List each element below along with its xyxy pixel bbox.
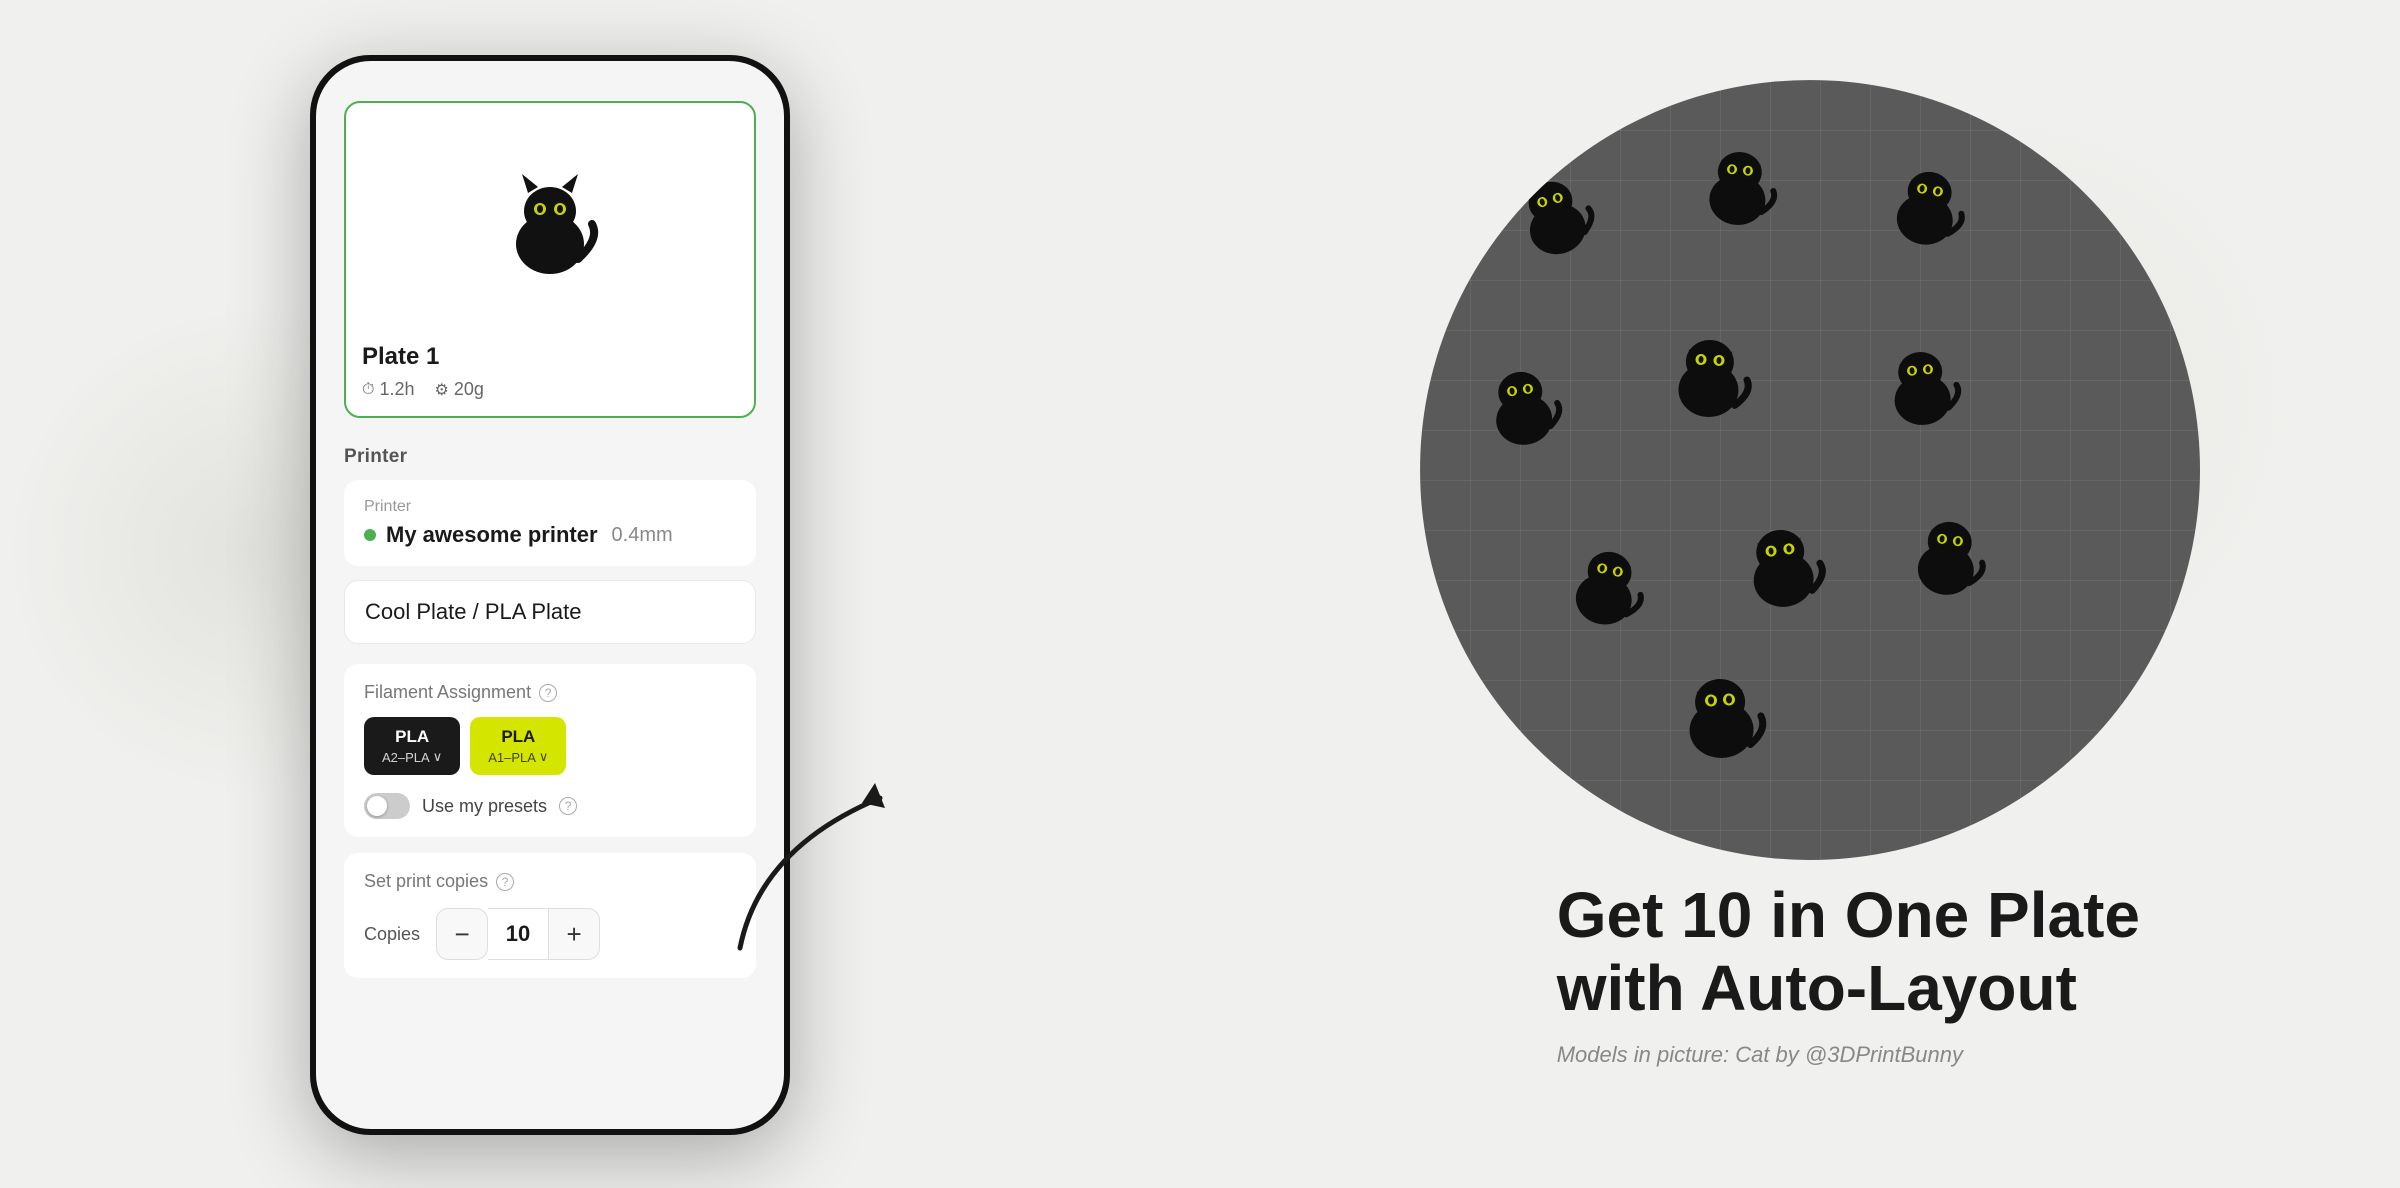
filament-btn-a1[interactable]: PLA A1–PLA ∨ (470, 717, 566, 775)
toggle-label: Use my presets (422, 796, 547, 817)
filament-info-icon[interactable]: ? (539, 684, 557, 702)
promo-text-section: Get 10 in One Plate with Auto-Layout Mod… (1557, 879, 2140, 1068)
filament-btn-a2-type: PLA (395, 727, 429, 747)
printer-status-dot (364, 529, 376, 541)
copies-label: Set print copies (364, 871, 488, 892)
printer-name-row: My awesome printer 0.4mm (364, 522, 736, 548)
weight-icon: ⚙ (435, 380, 449, 400)
cats-svg (1420, 80, 2200, 860)
printer-sublabel: Printer (364, 498, 736, 516)
toggle-row: Use my presets ? (364, 793, 736, 819)
plate-title: Plate 1 (362, 343, 738, 371)
plate-card[interactable]: Plate 1 ⏱ 1.2h ⚙ 20g (344, 101, 756, 418)
copies-plus-button[interactable]: + (548, 908, 600, 960)
promo-caption: Models in picture: Cat by @3DPrintBunny (1557, 1042, 2140, 1068)
copies-minus-button[interactable]: − (436, 908, 488, 960)
filament-btn-a1-type: PLA (501, 727, 535, 747)
cats-circle (1420, 80, 2200, 860)
filament-label-row: Filament Assignment ? (364, 682, 736, 703)
filament-label: Filament Assignment (364, 682, 531, 703)
printer-section[interactable]: Printer My awesome printer 0.4mm (344, 480, 756, 566)
plate-weight-value: 20g (454, 379, 484, 400)
plus-icon: + (566, 919, 581, 950)
filament-btn-a1-sub: A1–PLA ∨ (488, 749, 548, 765)
arrow-graphic (700, 768, 920, 968)
plate-time: ⏱ 1.2h (362, 379, 415, 400)
filament-buttons: PLA A2–PLA ∨ PLA A1–PLA ∨ (364, 717, 736, 775)
promo-title: Get 10 in One Plate with Auto-Layout (1557, 879, 2140, 1026)
cat-image (500, 169, 600, 279)
copies-control: Copies − 10 + (364, 908, 736, 960)
plate-thumbnail (362, 119, 738, 329)
copies-label-row: Set print copies ? (364, 871, 736, 892)
presets-toggle[interactable] (364, 793, 410, 819)
presets-info-icon[interactable]: ? (559, 797, 577, 815)
plate-meta: ⏱ 1.2h ⚙ 20g (362, 379, 738, 400)
toggle-knob (367, 796, 387, 816)
printer-name: My awesome printer (386, 522, 598, 548)
clock-icon: ⏱ (362, 381, 374, 399)
filament-btn-a2[interactable]: PLA A2–PLA ∨ (364, 717, 460, 775)
filament-btn-a2-sub: A2–PLA ∨ (382, 749, 442, 765)
copies-value: 10 (488, 908, 548, 960)
copies-section: Set print copies ? Copies − 10 + (344, 853, 756, 978)
plate-weight: ⚙ 20g (435, 379, 484, 400)
filament-section: Filament Assignment ? PLA A2–PLA ∨ PLA (344, 664, 756, 837)
minus-icon: − (454, 919, 469, 950)
printer-section-label: Printer (344, 446, 756, 468)
copies-info-icon[interactable]: ? (496, 873, 514, 891)
plate-type-box[interactable]: Cool Plate / PLA Plate (344, 580, 756, 644)
plate-time-value: 1.2h (379, 379, 414, 400)
phone-content: Plate 1 ⏱ 1.2h ⚙ 20g Printer Printer (316, 61, 784, 1129)
copies-row-label: Copies (364, 924, 420, 945)
phone-mockup: Plate 1 ⏱ 1.2h ⚙ 20g Printer Printer (310, 55, 790, 1135)
cats-layout (1420, 80, 2200, 860)
printer-nozzle: 0.4mm (612, 524, 673, 547)
phone-screen: Plate 1 ⏱ 1.2h ⚙ 20g Printer Printer (316, 61, 784, 1129)
